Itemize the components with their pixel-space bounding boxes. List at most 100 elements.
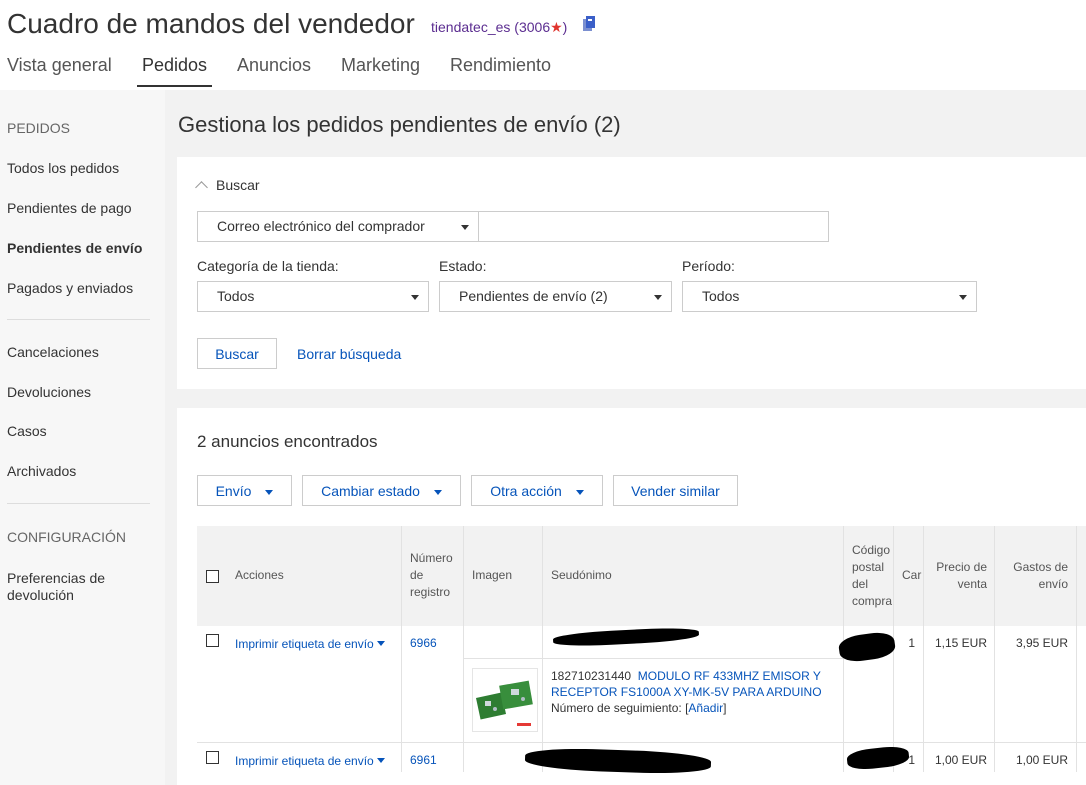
sidebar: PEDIDOS Todos los pedidos Pendientes de …	[0, 90, 165, 785]
seller-score-close: )	[562, 19, 568, 35]
price-value: 1,15 EUR	[934, 636, 987, 650]
sidebar-item-todos-los-pedidos[interactable]: Todos los pedidos	[7, 160, 119, 176]
quantity-value: 1	[908, 636, 915, 650]
shipping-cost-value: 1,00 EUR	[1015, 753, 1068, 767]
tab-marketing[interactable]: Marketing	[341, 55, 420, 87]
tab-rendimiento[interactable]: Rendimiento	[450, 55, 551, 87]
column-header-numero-de-registro[interactable]: Número de registro	[410, 550, 453, 601]
shipping-action-button[interactable]: Envío	[197, 475, 292, 506]
column-header-seudonimo[interactable]: Seudónimo	[551, 567, 612, 584]
caret-down-icon	[377, 641, 386, 647]
print-label-action-label: Imprimir etiqueta de envío	[235, 636, 374, 651]
tab-pedidos[interactable]: Pedidos	[142, 55, 207, 87]
shipping-cost-value: 3,95 EUR	[1015, 636, 1068, 650]
row-checkbox[interactable]	[206, 751, 219, 764]
row-separator	[197, 742, 1086, 743]
search-toggle-label: Buscar	[216, 177, 260, 193]
print-label-action-label: Imprimir etiqueta de envío	[235, 753, 374, 768]
rf-module-image	[475, 680, 533, 726]
search-field-select[interactable]: Correo electrónico del comprador	[197, 211, 479, 242]
column-header-line: Código	[852, 543, 891, 557]
item-thumbnail[interactable]	[472, 668, 538, 732]
row-separator	[463, 658, 843, 659]
period-value: Todos	[702, 288, 740, 304]
status-label: Estado:	[439, 258, 487, 274]
tracking-label: Número de seguimiento:	[551, 701, 682, 715]
column-header-precio-de-venta[interactable]: Precio de venta	[927, 559, 987, 593]
sidebar-item-pendientes-de-envio[interactable]: Pendientes de envío	[7, 240, 142, 256]
seller-score[interactable]: (3006	[514, 19, 550, 35]
search-toggle[interactable]: Buscar	[195, 177, 260, 194]
change-status-button[interactable]: Cambiar estado	[302, 475, 461, 506]
sidebar-item-preferencias-de-devolucion[interactable]: Preferencias de devolución	[7, 570, 105, 604]
clear-search-link[interactable]: Borrar búsqueda	[297, 346, 401, 362]
record-number[interactable]: 6961	[410, 753, 437, 767]
column-header-line: registro	[410, 585, 451, 599]
caret-down-icon	[959, 295, 967, 300]
item-title-link-line2[interactable]: RECEPTOR FS1000A XY-MK-5V PARA ARDUINO	[551, 684, 836, 700]
caret-down-icon	[461, 225, 469, 230]
seller-info[interactable]: tiendatec_es (3006★)	[431, 19, 567, 36]
column-header-line: venta	[957, 577, 987, 591]
column-divider	[923, 526, 924, 772]
header: Cuadro de mandos del vendedor tiendatec_…	[0, 0, 1086, 90]
column-header-line: compra	[852, 594, 892, 608]
sidebar-section-pedidos: PEDIDOS	[7, 120, 71, 136]
column-divider	[463, 526, 464, 772]
print-label-action[interactable]: Imprimir etiqueta de envío	[235, 753, 400, 768]
sidebar-item-pendientes-de-pago[interactable]: Pendientes de pago	[7, 200, 132, 216]
caret-down-icon	[411, 295, 419, 300]
store-category-select[interactable]: Todos	[197, 281, 429, 312]
sidebar-item-devoluciones[interactable]: Devoluciones	[7, 384, 91, 400]
sidebar-item-cancelaciones[interactable]: Cancelaciones	[7, 344, 99, 360]
column-header-gastos-de-envio[interactable]: Gastos de envío	[1003, 559, 1068, 593]
column-header-line: envío	[1038, 577, 1068, 591]
active-tab-indicator	[137, 85, 212, 87]
column-header-line: postal	[852, 560, 885, 574]
seller-badge-icon[interactable]	[583, 16, 595, 32]
store-category-value: Todos	[217, 288, 255, 304]
row-checkbox[interactable]	[206, 634, 219, 647]
redacted-nickname	[524, 746, 712, 776]
content-title: Gestiona los pedidos pendientes de envío…	[178, 112, 621, 137]
redacted-postal-code	[837, 630, 897, 664]
sidebar-item-casos[interactable]: Casos	[7, 423, 47, 439]
item-number: 182710231440	[551, 669, 632, 683]
column-header-line: Precio de	[936, 560, 987, 574]
column-header-line: Número	[410, 551, 453, 565]
column-divider	[1076, 526, 1077, 772]
column-header-line: de	[410, 568, 424, 582]
column-divider	[401, 526, 402, 772]
period-label: Período:	[682, 258, 735, 274]
caret-down-icon	[265, 489, 274, 495]
record-number[interactable]: 6966	[410, 636, 437, 650]
other-action-button[interactable]: Otra acción	[471, 475, 603, 506]
add-tracking-link[interactable]: Añadir	[688, 701, 723, 715]
caret-down-icon	[654, 295, 662, 300]
quantity-value: 1	[908, 753, 915, 767]
search-field-select-value: Correo electrónico del comprador	[217, 218, 425, 234]
column-header-codigo-postal[interactable]: Código postal del compra	[852, 542, 892, 610]
item-details: 182710231440 MODULO RF 433MHZ EMISOR Y R…	[551, 668, 836, 716]
column-header-cantidad[interactable]: Car	[902, 567, 923, 584]
sidebar-item-pagados-y-enviados[interactable]: Pagados y enviados	[7, 280, 133, 296]
star-icon: ★	[550, 19, 563, 35]
price-value: 1,00 EUR	[934, 753, 987, 767]
search-input[interactable]	[478, 211, 829, 242]
sidebar-item-archivados[interactable]: Archivados	[7, 463, 76, 479]
redacted-nickname	[552, 626, 700, 648]
caret-down-icon	[575, 489, 584, 495]
tab-vista-general[interactable]: Vista general	[7, 55, 112, 87]
select-all-checkbox[interactable]	[206, 570, 219, 583]
sell-similar-button[interactable]: Vender similar	[613, 475, 738, 506]
results-count: 2 anuncios encontrados	[197, 432, 378, 451]
seller-name[interactable]: tiendatec_es	[431, 19, 510, 35]
item-title-link[interactable]: MODULO RF 433MHZ EMISOR Y	[638, 669, 821, 683]
print-label-action[interactable]: Imprimir etiqueta de envío	[235, 636, 400, 651]
sidebar-section-configuracion: CONFIGURACIÓN	[7, 529, 126, 545]
period-select[interactable]: Todos	[682, 281, 977, 312]
tab-anuncios[interactable]: Anuncios	[237, 55, 311, 87]
status-select[interactable]: Pendientes de envío (2)	[439, 281, 672, 312]
column-header-acciones: Acciones	[235, 568, 284, 582]
search-button[interactable]: Buscar	[197, 338, 277, 369]
